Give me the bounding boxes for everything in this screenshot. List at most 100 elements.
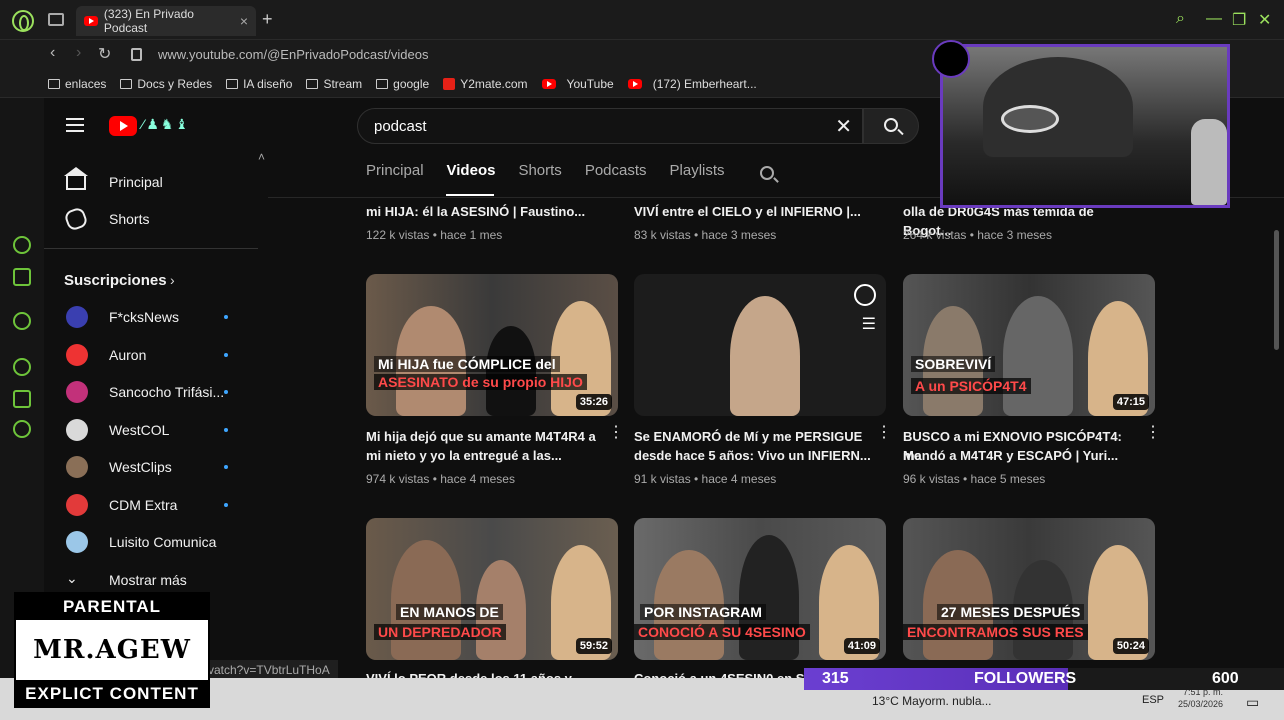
video-title-line1[interactable]: Mi hija dejó que su amante M4T4R4 a (366, 427, 606, 446)
tab-playlists[interactable]: Playlists (670, 162, 725, 179)
video-duration: 47:15 (1112, 394, 1149, 410)
search-query: podcast (374, 118, 427, 135)
more-options-icon[interactable]: ⋮ (608, 425, 624, 446)
weather-widget[interactable]: 13°C Mayorm. nubla... (872, 694, 992, 708)
cap-figure (983, 57, 1133, 157)
channel-search-icon[interactable] (760, 166, 774, 180)
watch-later-icon[interactable] (854, 284, 876, 306)
sub-luisito[interactable]: Luisito Comunica (44, 524, 268, 560)
sub-auron[interactable]: Auron (44, 337, 268, 373)
person-figure (730, 296, 800, 416)
sub-label: WestClips (109, 459, 172, 475)
menu-hamburger-icon[interactable] (66, 118, 84, 132)
video-title-line2[interactable]: mi nieto y yo la entregué a las... (366, 446, 606, 465)
bookmark-stream[interactable]: Stream (306, 77, 362, 91)
youtube-logo[interactable] (109, 116, 137, 136)
minimize-icon[interactable]: — (1206, 10, 1222, 28)
cap-patch (1001, 105, 1059, 133)
video-duration: 59:52 (575, 638, 612, 654)
video-title[interactable]: VIVÍ entre el CIELO y el INFIERNO |... (634, 202, 874, 221)
video-title-line2[interactable]: mandó a M4T4R y ESCAPÓ | Yuri... (903, 446, 1143, 465)
video-thumbnail[interactable]: POR INSTAGRAM CONOCIÓ A SU 4SESINO 41:09 (634, 518, 886, 660)
bookmark-label: Y2mate.com (460, 76, 528, 91)
browser-tab[interactable]: (323) En Privado Podcast × (76, 6, 256, 36)
subscriptions-title[interactable]: Suscripciones (64, 272, 167, 289)
sub-fcksnews[interactable]: F*cksNews (44, 299, 268, 335)
y2mate-icon (443, 77, 456, 90)
url-field[interactable]: www.youtube.com/@EnPrivadoPodcast/videos (158, 47, 428, 62)
speed-dial-icon[interactable] (13, 236, 31, 254)
sub-cdm-extra[interactable]: CDM Extra (44, 487, 268, 523)
tab-list-icon[interactable] (48, 13, 64, 26)
lock-icon (131, 48, 142, 61)
tab-videos[interactable]: Videos (447, 162, 496, 179)
more-options-icon[interactable]: ⋮ (876, 425, 892, 446)
notifications-icon[interactable]: ▭ (1246, 694, 1259, 711)
back-icon[interactable]: ‹ (50, 44, 55, 62)
tab-principal[interactable]: Principal (366, 162, 424, 179)
reload-icon[interactable]: ↻ (98, 44, 111, 64)
bookmark-label: Docs y Redes (137, 76, 213, 91)
bookmark-label: Stream (323, 76, 363, 91)
sidebar-item-principal[interactable]: Principal (44, 164, 268, 200)
add-to-queue-icon[interactable]: ☰ (862, 314, 876, 334)
language-indicator[interactable]: ESP (1142, 694, 1164, 706)
bookmark-y2mate[interactable]: Y2mate.com (443, 76, 528, 91)
browser-logo-icon[interactable] (12, 10, 34, 32)
video-thumbnail[interactable]: Mi HIJA fue CÓMPLICE del ASESINATO de su… (366, 274, 618, 416)
sidebar-item-label: Shorts (109, 211, 150, 227)
bookmark-enlaces[interactable]: enlaces (48, 77, 106, 91)
bookmark-label: (172) Emberheart... (652, 76, 757, 91)
new-content-dot (224, 465, 228, 469)
extensions-icon[interactable] (13, 390, 31, 408)
clear-search-icon[interactable]: ✕ (835, 114, 852, 139)
bookmark-google[interactable]: google (376, 77, 429, 91)
video-thumbnail[interactable]: EN MANOS DE UN DEPREDADOR 59:52 (366, 518, 618, 660)
sub-westclips[interactable]: WestClips (44, 449, 268, 485)
video-title-line2[interactable]: desde hace 5 años: Vivo un INFIERN... (634, 446, 874, 465)
bookmark-docs[interactable]: Docs y Redes (120, 77, 212, 91)
bookmark-emberheart[interactable]: (172) Emberheart... (627, 76, 757, 91)
more-options-icon[interactable]: ⋮ (1145, 425, 1161, 446)
video-thumbnail[interactable]: 27 MESES DESPUÉS ENCONTRAMOS SUS RES 50:… (903, 518, 1155, 660)
video-thumbnail[interactable]: ☰ (634, 274, 886, 416)
thumbnail-caption-red: CONOCIÓ A SU 4SESINO (634, 624, 810, 640)
bag-icon[interactable] (13, 268, 31, 286)
scrollbar-thumb[interactable] (1274, 230, 1279, 350)
bookmark-ia[interactable]: IA diseño (226, 77, 292, 91)
maximize-icon[interactable]: ❐ (1232, 10, 1246, 30)
search-input[interactable]: podcast ✕ (357, 108, 863, 144)
video-title-line1[interactable]: Se ENAMORÓ de Mí y me PERSIGUE (634, 427, 874, 446)
search-icon[interactable]: ⌕ (1176, 10, 1185, 28)
forward-icon[interactable]: › (76, 44, 81, 62)
sidebar-divider (44, 248, 258, 249)
history-icon[interactable] (13, 358, 31, 376)
thumbnail-caption: SOBREVIVÍ (911, 356, 996, 372)
tab-podcasts[interactable]: Podcasts (585, 162, 647, 179)
bookmark-youtube[interactable]: YouTube (541, 77, 614, 91)
thumbnail-caption: Mi HIJA fue CÓMPLICE del (374, 356, 560, 372)
tab-close-icon[interactable]: × (240, 13, 248, 29)
chevron-right-icon[interactable]: › (170, 272, 175, 288)
avatar (66, 494, 88, 516)
collapse-chevron-icon[interactable]: ˄ (258, 150, 265, 164)
bookmark-label: enlaces (65, 76, 107, 91)
show-more-label: Mostrar más (109, 572, 187, 588)
sub-label: Auron (109, 347, 147, 363)
sub-westcol[interactable]: WestCOL (44, 412, 268, 448)
sidebar-item-shorts[interactable]: Shorts (44, 201, 268, 237)
video-title[interactable]: mi HIJA: él la ASESINÓ | Faustino... (366, 202, 606, 221)
close-window-icon[interactable]: ✕ (1258, 10, 1271, 30)
logo-doodle-icon: ⁄♟♞♝ (142, 116, 190, 132)
sub-sancocho[interactable]: Sancocho Trifási... (44, 374, 268, 410)
tab-shorts[interactable]: Shorts (518, 162, 561, 179)
settings-gear-icon[interactable] (13, 420, 31, 438)
search-button[interactable] (863, 108, 919, 144)
youtube-icon (541, 78, 556, 89)
youtube-sidebar: ⁄♟♞♝ ˄ Principal Shorts Suscripciones › … (44, 98, 268, 678)
followers-goal-bar: 315 FOLLOWERS 600 (804, 668, 1284, 690)
new-tab-button[interactable]: + (262, 9, 273, 30)
sub-label: Sancocho Trifási... (109, 384, 225, 400)
video-thumbnail[interactable]: SOBREVIVÍ A un PSICÓP4T4 47:15 (903, 274, 1155, 416)
whatsapp-icon[interactable] (13, 312, 31, 330)
